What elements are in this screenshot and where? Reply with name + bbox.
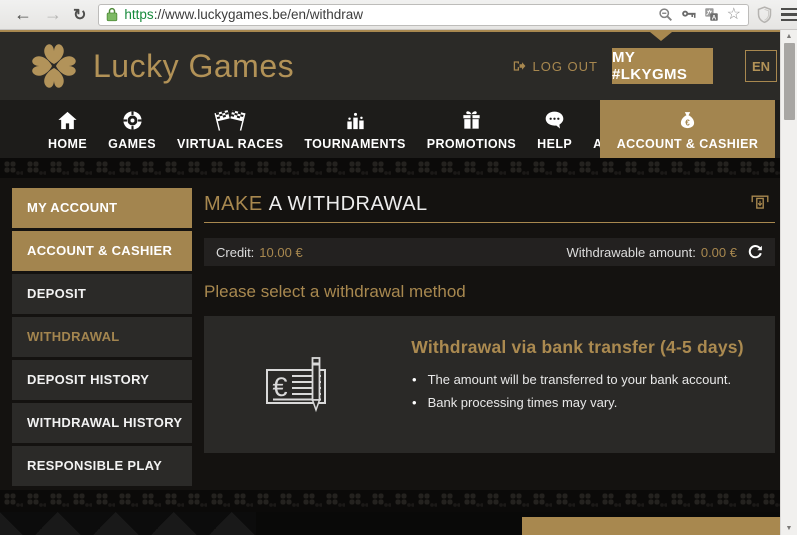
language-label: EN — [752, 59, 770, 74]
footer-strip — [0, 512, 780, 535]
sidebar-item-responsible-play[interactable]: RESPONSIBLE PLAY — [12, 446, 192, 486]
site-header: Lucky Games LOG OUT MY #LKYGMS EN — [0, 32, 780, 100]
credit-label: Credit: — [216, 245, 254, 260]
url-path: ://www.luckygames.be/en/withdraw — [154, 7, 363, 22]
casino-chip-icon — [121, 108, 144, 132]
scroll-down-arrow[interactable]: ▼ — [786, 522, 793, 535]
scrollbar-thumb[interactable] — [784, 43, 795, 120]
header-gold-notch — [650, 32, 672, 41]
method-heading: Please select a withdrawal method — [204, 282, 775, 302]
bookmark-star-icon[interactable]: ☆ — [727, 7, 741, 23]
page-header: MAKE A WITHDRAWAL — [204, 186, 775, 223]
scroll-up-arrow[interactable]: ▲ — [786, 30, 793, 43]
clover-pattern-band — [0, 490, 780, 512]
sidebar-item-deposit-history[interactable]: DEPOSIT HISTORY — [12, 360, 192, 400]
cheque-pen-icon: € — [204, 316, 404, 453]
sidebar-item-deposit[interactable]: DEPOSIT — [12, 274, 192, 314]
page-title-accent: MAKE — [204, 193, 263, 215]
svg-text:€: € — [685, 118, 690, 127]
nav-item-games[interactable]: GAMES — [108, 108, 156, 151]
sidebar-item-withdrawal[interactable]: WITHDRAWAL — [12, 317, 192, 357]
saved-password-key-icon[interactable] — [681, 7, 696, 22]
content-area: MY ACCOUNT ACCOUNT & CASHIER DEPOSIT WIT… — [0, 178, 780, 490]
screenshot-root: ← → ↻ https://www.luckygames.be/en/withd… — [0, 0, 797, 535]
refresh-balance-button[interactable] — [747, 244, 763, 260]
page-title-rest: A WITHDRAWAL — [269, 193, 428, 215]
page-title: MAKE A WITHDRAWAL — [204, 193, 428, 216]
sidebar-item-withdrawal-history[interactable]: WITHDRAWAL HISTORY — [12, 403, 192, 443]
logout-label: LOG OUT — [532, 59, 598, 74]
url-scheme: https — [124, 7, 153, 22]
withdrawal-page: MAKE A WITHDRAWAL Credit: 10.00 € Withdra… — [204, 178, 775, 453]
logout-icon — [512, 59, 526, 73]
padlock-icon — [106, 7, 118, 22]
svg-text:A: A — [711, 15, 716, 22]
footer-thumbnails-pattern — [0, 512, 256, 535]
main-nav: HOME — [0, 100, 780, 158]
balance-bar: Credit: 10.00 € Withdrawable amount: 0.0… — [204, 238, 775, 266]
gift-icon — [460, 108, 483, 132]
logo-text: Lucky Games — [93, 48, 294, 85]
browser-toolbar: ← → ↻ https://www.luckygames.be/en/withd… — [0, 0, 797, 30]
credit-value: 10.00 € — [259, 245, 302, 260]
nav-item-tournaments[interactable]: TOURNAMENTS — [304, 108, 405, 151]
url-text: https://www.luckygames.be/en/withdraw — [124, 7, 363, 22]
method-bullet-list: •The amount will be transferred to your … — [404, 372, 751, 410]
site-viewport: Lucky Games LOG OUT MY #LKYGMS EN — [0, 30, 780, 535]
language-selector[interactable]: EN — [745, 50, 777, 82]
sidebar-item-my-account[interactable]: MY ACCOUNT — [12, 188, 192, 228]
method-title: Withdrawal via bank transfer (4-5 days) — [404, 337, 751, 358]
withdrawable-label: Withdrawable amount: — [567, 245, 696, 260]
footer-gold-bar — [522, 517, 780, 535]
username-label: MY #LKYGMS — [612, 49, 713, 83]
site-logo[interactable]: Lucky Games — [26, 38, 294, 94]
sidebar-item-account-cashier[interactable]: ACCOUNT & CASHIER — [12, 231, 192, 271]
home-icon — [55, 108, 80, 132]
reload-button[interactable]: ↻ — [73, 5, 86, 25]
forward-button[interactable]: → — [44, 4, 62, 25]
extension-shield-icon[interactable] — [757, 6, 772, 24]
refresh-icon — [747, 244, 763, 260]
zoom-out-icon[interactable] — [658, 7, 673, 22]
money-bag-icon: € — [676, 108, 699, 132]
page-scrollbar[interactable]: ▲ ▼ — [780, 30, 797, 535]
nav-item-home[interactable]: HOME — [48, 108, 87, 151]
back-button[interactable]: ← — [14, 4, 32, 25]
nav-item-virtual-races[interactable]: VIRTUAL RACES — [177, 108, 283, 151]
method-bullet: •Bank processing times may vary. — [412, 395, 751, 410]
chat-bubble-icon — [543, 108, 566, 132]
clover-logo-icon — [26, 38, 82, 94]
bank-transfer-method[interactable]: € Withdrawal via bank transfer (4-5 days… — [204, 316, 775, 453]
svg-text:€: € — [272, 372, 287, 402]
method-details: Withdrawal via bank transfer (4-5 days) … — [404, 316, 775, 453]
address-bar[interactable]: https://www.luckygames.be/en/withdraw — [98, 4, 749, 26]
podium-icon — [344, 108, 367, 132]
nav-item-account-cashier[interactable]: € ACCOUNT & CASHIER — [600, 100, 775, 158]
translate-icon[interactable]: A — [704, 7, 719, 22]
withdrawable-value: 0.00 € — [701, 245, 737, 260]
withdraw-icon — [749, 192, 771, 219]
checkered-flags-icon — [214, 108, 246, 132]
method-bullet: •The amount will be transferred to your … — [412, 372, 751, 387]
account-sidebar: MY ACCOUNT ACCOUNT & CASHIER DEPOSIT WIT… — [12, 188, 192, 489]
clover-pattern-band — [0, 158, 780, 178]
nav-item-promotions[interactable]: PROMOTIONS — [427, 108, 516, 151]
nav-item-help[interactable]: HELP — [537, 108, 572, 151]
logout-button[interactable]: LOG OUT — [512, 59, 598, 74]
browser-menu-icon[interactable] — [781, 8, 797, 22]
my-account-button[interactable]: MY #LKYGMS — [612, 48, 713, 84]
